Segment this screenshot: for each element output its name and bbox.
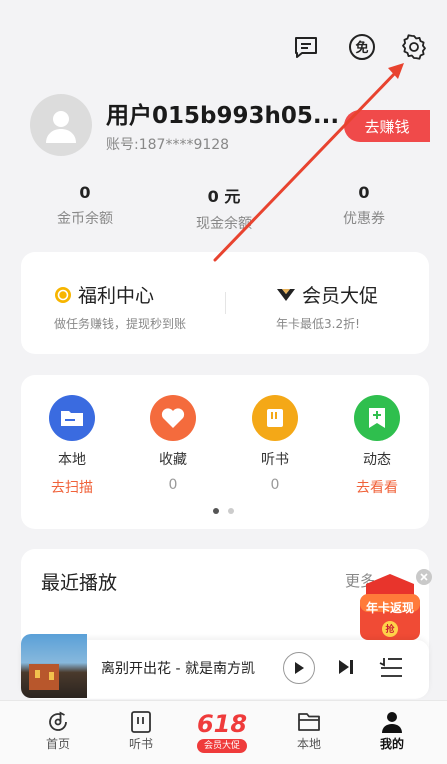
- badge-grab: 抢: [385, 625, 395, 635]
- nav-local[interactable]: 本地: [279, 709, 339, 752]
- settings-gear-icon[interactable]: [400, 33, 428, 61]
- user-profile-icon: [362, 709, 422, 735]
- vip-promotion[interactable]: 会员大促 年卡最低3.2折!: [276, 281, 378, 332]
- nav-618-promo[interactable]: 618 会员大促: [192, 709, 252, 753]
- promo-618-subtitle: 会员大促: [197, 739, 247, 753]
- nav-label: 首页: [45, 737, 70, 751]
- user-name[interactable]: 用户015b993h05...: [106, 96, 339, 130]
- audiobook-icon: [111, 709, 171, 735]
- vip-title: 会员大促: [302, 285, 379, 307]
- nav-label: 听书: [128, 737, 153, 751]
- coin-balance-label: 金币余额: [57, 211, 113, 227]
- coin-icon: [54, 286, 72, 304]
- grid-item-favorites[interactable]: 收藏 0: [138, 395, 208, 493]
- badge-label: 年卡返现: [365, 601, 414, 615]
- mini-player[interactable]: 离别开出花 - 就是南方凯: [21, 634, 429, 698]
- grid-item-label: 本地: [58, 452, 86, 468]
- welfare-center[interactable]: 福利中心 做任务赚钱，提现秒到账: [54, 281, 186, 332]
- coin-balance-value: 0: [79, 183, 91, 202]
- earn-money-button[interactable]: 去赚钱: [344, 110, 430, 142]
- album-art-window: [49, 672, 54, 680]
- nav-label: 我的: [379, 737, 404, 751]
- page-dot-active: [213, 508, 219, 514]
- grid-item-label: 收藏: [159, 452, 187, 468]
- grid-item-label: 听书: [261, 452, 289, 468]
- free-mode-icon[interactable]: 免: [348, 33, 376, 61]
- coupons-value: 0: [358, 183, 370, 202]
- view-feed-link[interactable]: 去看看: [342, 477, 412, 497]
- nav-home[interactable]: 首页: [28, 709, 88, 752]
- heart-icon: [150, 395, 196, 441]
- scan-link[interactable]: 去扫描: [37, 477, 107, 497]
- playlist-icon[interactable]: [379, 656, 403, 682]
- book-icon: [252, 395, 298, 441]
- recent-title: 最近播放: [41, 572, 118, 594]
- grid-item-local[interactable]: 本地 去扫描: [37, 395, 107, 497]
- close-badge-icon[interactable]: [416, 569, 432, 585]
- album-art-building: [29, 664, 59, 690]
- coupons-label: 优惠券: [343, 211, 385, 227]
- message-icon[interactable]: [292, 33, 320, 61]
- grid-item-feed[interactable]: 动态 去看看: [342, 395, 412, 497]
- album-art-window: [35, 670, 40, 678]
- svg-text:免: 免: [355, 40, 368, 56]
- favorites-count: 0: [168, 477, 178, 493]
- nav-label: 本地: [296, 737, 321, 751]
- next-track-icon[interactable]: [337, 658, 355, 680]
- vip-subtitle: 年卡最低3.2折!: [276, 317, 360, 331]
- promo-card: 福利中心 做任务赚钱，提现秒到账 会员大促 年卡最低3.2折!: [21, 252, 429, 354]
- welfare-title: 福利中心: [78, 285, 155, 307]
- account-number: 账号:187****9128: [106, 137, 230, 153]
- play-icon[interactable]: [283, 652, 315, 684]
- cash-balance-value: 0 元: [207, 187, 241, 206]
- cash-balance[interactable]: 0 元 现金余额: [164, 183, 284, 233]
- song-title: 离别开出花 - 就是南方凯: [101, 661, 255, 677]
- grid-item-label: 动态: [363, 452, 391, 468]
- vip-icon: [276, 287, 296, 303]
- year-card-cashback-badge[interactable]: 年卡返现 抢: [358, 570, 422, 644]
- divider: [225, 292, 226, 314]
- coin-balance[interactable]: 0 金币余额: [25, 183, 145, 228]
- folder-icon: [49, 395, 95, 441]
- welfare-subtitle: 做任务赚钱，提现秒到账: [54, 317, 187, 331]
- local-folder-icon: [279, 709, 339, 735]
- avatar[interactable]: [30, 94, 92, 156]
- coupons[interactable]: 0 优惠券: [304, 183, 424, 228]
- grid-item-audiobooks[interactable]: 听书 0: [240, 395, 310, 493]
- page-dot: [228, 508, 234, 514]
- home-music-icon: [28, 709, 88, 735]
- cash-balance-label: 现金余额: [196, 216, 252, 232]
- feed-bookmark-icon: [354, 395, 400, 441]
- album-cover[interactable]: [21, 634, 87, 698]
- audiobooks-count: 0: [270, 477, 280, 493]
- nav-mine[interactable]: 我的: [362, 709, 422, 752]
- nav-audiobooks[interactable]: 听书: [111, 709, 171, 752]
- bottom-nav: 首页 听书 618 会员大促 本地 我的: [0, 700, 447, 764]
- promo-618-text: 618: [196, 710, 248, 738]
